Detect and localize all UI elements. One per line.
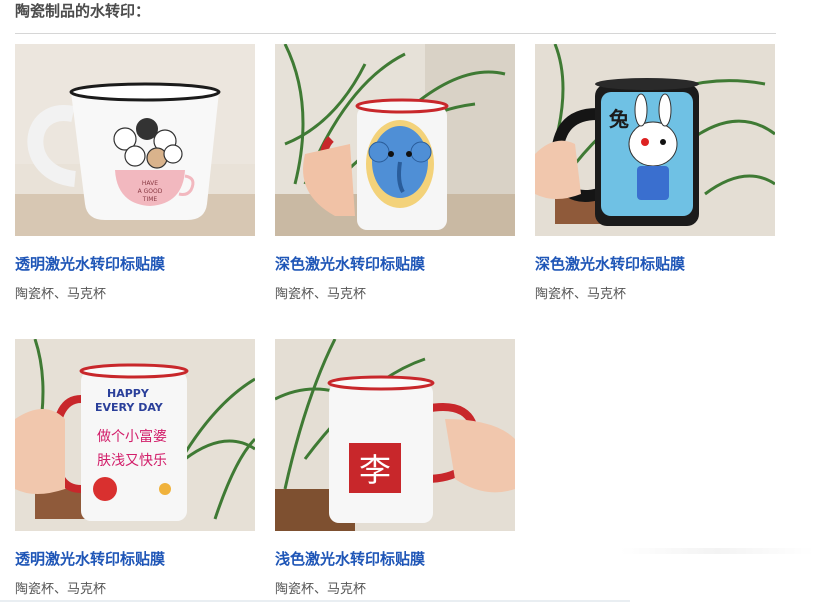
product-card: 深色激光水转印标贴膜 陶瓷杯、马克杯 (275, 44, 515, 305)
seal-mug-char: 李 (359, 451, 391, 489)
product-subtitle: 陶瓷杯、马克杯 (15, 582, 107, 597)
section-title: 陶瓷制品的水转印： (15, 2, 151, 20)
cat-cup-text-3: TIME (142, 196, 158, 203)
product-title-link[interactable]: 透明激光水转印标贴膜 (15, 252, 255, 276)
product-title-link[interactable]: 浅色激光水转印标贴膜 (275, 547, 515, 571)
section-divider (15, 33, 776, 34)
product-image-rabbit-mug[interactable]: 兔 (535, 44, 775, 236)
product-card: 李 浅色激光水转印标贴膜 陶瓷杯、马克杯 (275, 339, 515, 600)
cat-cup-text-2: A GOOD (138, 188, 163, 195)
rabbit-mug-char: 兔 (608, 107, 629, 131)
product-image-elephant-mug[interactable] (275, 44, 515, 236)
happy-mug-line-2: EVERY DAY (95, 401, 164, 414)
product-image-cat-mug[interactable]: HAVE A GOOD TIME (15, 44, 255, 236)
product-card: 兔 深色激光水转印标贴膜 陶瓷杯、马克杯 (535, 44, 775, 305)
happy-mug-line-4: 肤浅又快乐 (97, 453, 167, 469)
product-image-seal-mug[interactable]: 李 (275, 339, 515, 531)
product-subtitle: 陶瓷杯、马克杯 (535, 287, 627, 302)
product-subtitle: 陶瓷杯、马克杯 (15, 287, 107, 302)
product-subtitle: 陶瓷杯、马克杯 (275, 287, 367, 302)
bottom-rule (0, 600, 630, 602)
product-card: HAPPY EVERY DAY 做个小富婆 肤浅又快乐 透明激光水转印标贴膜 陶… (15, 339, 255, 600)
product-title-link[interactable]: 深色激光水转印标贴膜 (535, 252, 775, 276)
cat-cup-text-1: HAVE (142, 180, 158, 187)
product-title-link[interactable]: 透明激光水转印标贴膜 (15, 547, 255, 571)
product-title-link[interactable]: 深色激光水转印标贴膜 (275, 252, 515, 276)
happy-mug-line-3: 做个小富婆 (97, 428, 167, 445)
happy-mug-line-1: HAPPY (107, 387, 150, 400)
product-image-happy-mug[interactable]: HAPPY EVERY DAY 做个小富婆 肤浅又快乐 (15, 339, 255, 531)
decorative-fade (620, 548, 814, 554)
product-subtitle: 陶瓷杯、马克杯 (275, 582, 367, 597)
product-card: HAVE A GOOD TIME 透明激光水转印标贴膜 陶瓷杯、马克杯 (15, 44, 255, 305)
